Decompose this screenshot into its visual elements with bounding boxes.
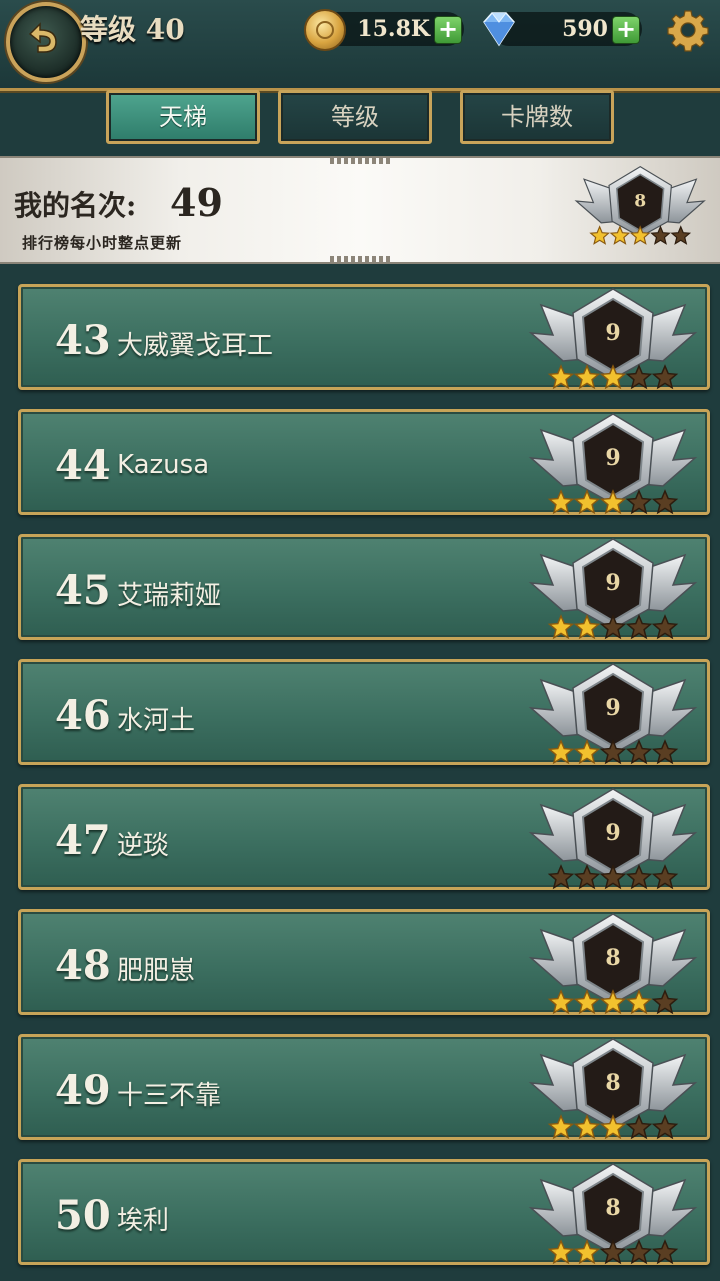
rank-badge-icon: 8 [528,1163,698,1265]
row-rank: 45 [55,567,111,614]
gold-counter: 15.8K + [304,9,464,51]
badge-level-number: 8 [605,945,620,971]
star-icon [547,989,575,1015]
rank-badge-icon: 9 [528,663,698,765]
banner-ornament-top [330,158,390,164]
leaderboard-row[interactable]: 50 埃利 8 [18,1159,710,1265]
star-icon [651,1239,679,1265]
row-player-name: 逆琰 [117,831,170,861]
rank-badge-icon: 9 [528,288,698,390]
badge-level-number: 8 [605,1070,620,1096]
leaderboard-row[interactable]: 49 十三不靠 8 [18,1034,710,1140]
rank-badge-icon: 9 [528,413,698,515]
back-button[interactable] [6,2,86,82]
rank-badge-icon: 8 [528,913,698,1015]
star-icon [670,225,692,245]
update-note: 排行榜每小时整点更新 [22,234,183,252]
gold-amount: 15.8K [357,16,430,42]
badge-level-number: 8 [605,1195,620,1221]
star-icon [651,1114,679,1140]
star-icon [651,739,679,765]
leaderboard-row[interactable]: 47 逆琰 9 [18,784,710,890]
rank-badge: 9 [523,533,703,647]
row-rank: 49 [55,1067,111,1114]
badge-level-number: 9 [605,820,620,846]
player-level: 等级 40 [80,13,185,46]
my-rank-banner: 我的名次: 49 排行榜每小时整点更新 8 [0,156,720,264]
tab-level[interactable]: 等级 [278,90,432,144]
rank-badge: 8 [523,1033,703,1147]
tab-card-count[interactable]: 卡牌数 [460,90,614,144]
gem-counter: 590 + [483,12,642,47]
add-gold-button[interactable]: + [434,16,462,44]
gear-icon[interactable] [666,8,710,52]
top-bar: 等级 40 15.8K + 590 + [0,0,720,91]
gold-coin-icon [304,9,346,51]
rank-badge: 9 [523,658,703,772]
rank-badge: 8 [523,1158,703,1272]
back-arrow-icon [28,22,57,53]
row-rank: 46 [55,692,111,739]
row-player-name: 肥肥崽 [117,956,196,986]
banner-ornament-bottom [330,256,390,262]
row-player-name: 十三不靠 [117,1081,222,1111]
rank-badge: 9 [523,408,703,522]
my-rank-badge: 8 [570,162,710,252]
rank-badge: 8 [523,908,703,1022]
star-icon [651,864,679,890]
row-rank: 47 [55,817,111,864]
badge-level-number: 9 [605,695,620,721]
my-rank-label: 我的名次: [14,189,137,222]
row-player-name: 艾瑞莉娅 [117,581,222,611]
row-player-name: Kazusa [117,450,210,480]
badge-level-number: 9 [605,320,620,346]
star-icon [651,364,679,390]
badge-level-number: 9 [605,445,620,471]
row-rank: 48 [55,942,111,989]
rank-badge: 9 [523,783,703,897]
row-rank: 44 [55,442,111,489]
star-icon [547,489,575,515]
star-icon [547,864,575,890]
diamond-icon [483,12,515,47]
star-icon [651,489,679,515]
star-icon [547,1239,575,1265]
star-icon [589,225,610,245]
rank-badge: 9 [523,283,703,397]
rank-badge-icon: 8 [574,165,706,245]
star-icon [547,739,575,765]
leaderboard-row[interactable]: 48 肥肥崽 8 [18,909,710,1015]
row-rank: 50 [55,1192,111,1239]
add-gems-button[interactable]: + [612,16,640,44]
row-player-name: 大威翼戈耳工 [117,331,274,361]
gem-amount: 590 [562,16,608,42]
row-player-name: 埃利 [117,1206,170,1236]
star-icon [651,614,679,640]
leaderboard-row[interactable]: 43 大威翼戈耳工 9 [18,284,710,390]
leaderboard-row[interactable]: 45 艾瑞莉娅 9 [18,534,710,640]
my-rank-value: 49 [170,180,223,225]
row-player-name: 水河土 [117,706,196,736]
star-icon [547,1114,575,1140]
badge-level-number: 9 [605,570,620,596]
leaderboard-row[interactable]: 46 水河土 9 [18,659,710,765]
star-icon [547,364,575,390]
badge-level-number: 8 [634,191,646,211]
rank-badge-icon: 8 [528,1038,698,1140]
star-icon [547,614,575,640]
rank-badge-icon: 9 [528,788,698,890]
star-icon [651,989,679,1015]
row-rank: 43 [55,317,111,364]
tab-ladder[interactable]: 天梯 [106,90,260,144]
rank-badge-icon: 9 [528,538,698,640]
leaderboard-row[interactable]: 44 Kazusa 9 [18,409,710,515]
